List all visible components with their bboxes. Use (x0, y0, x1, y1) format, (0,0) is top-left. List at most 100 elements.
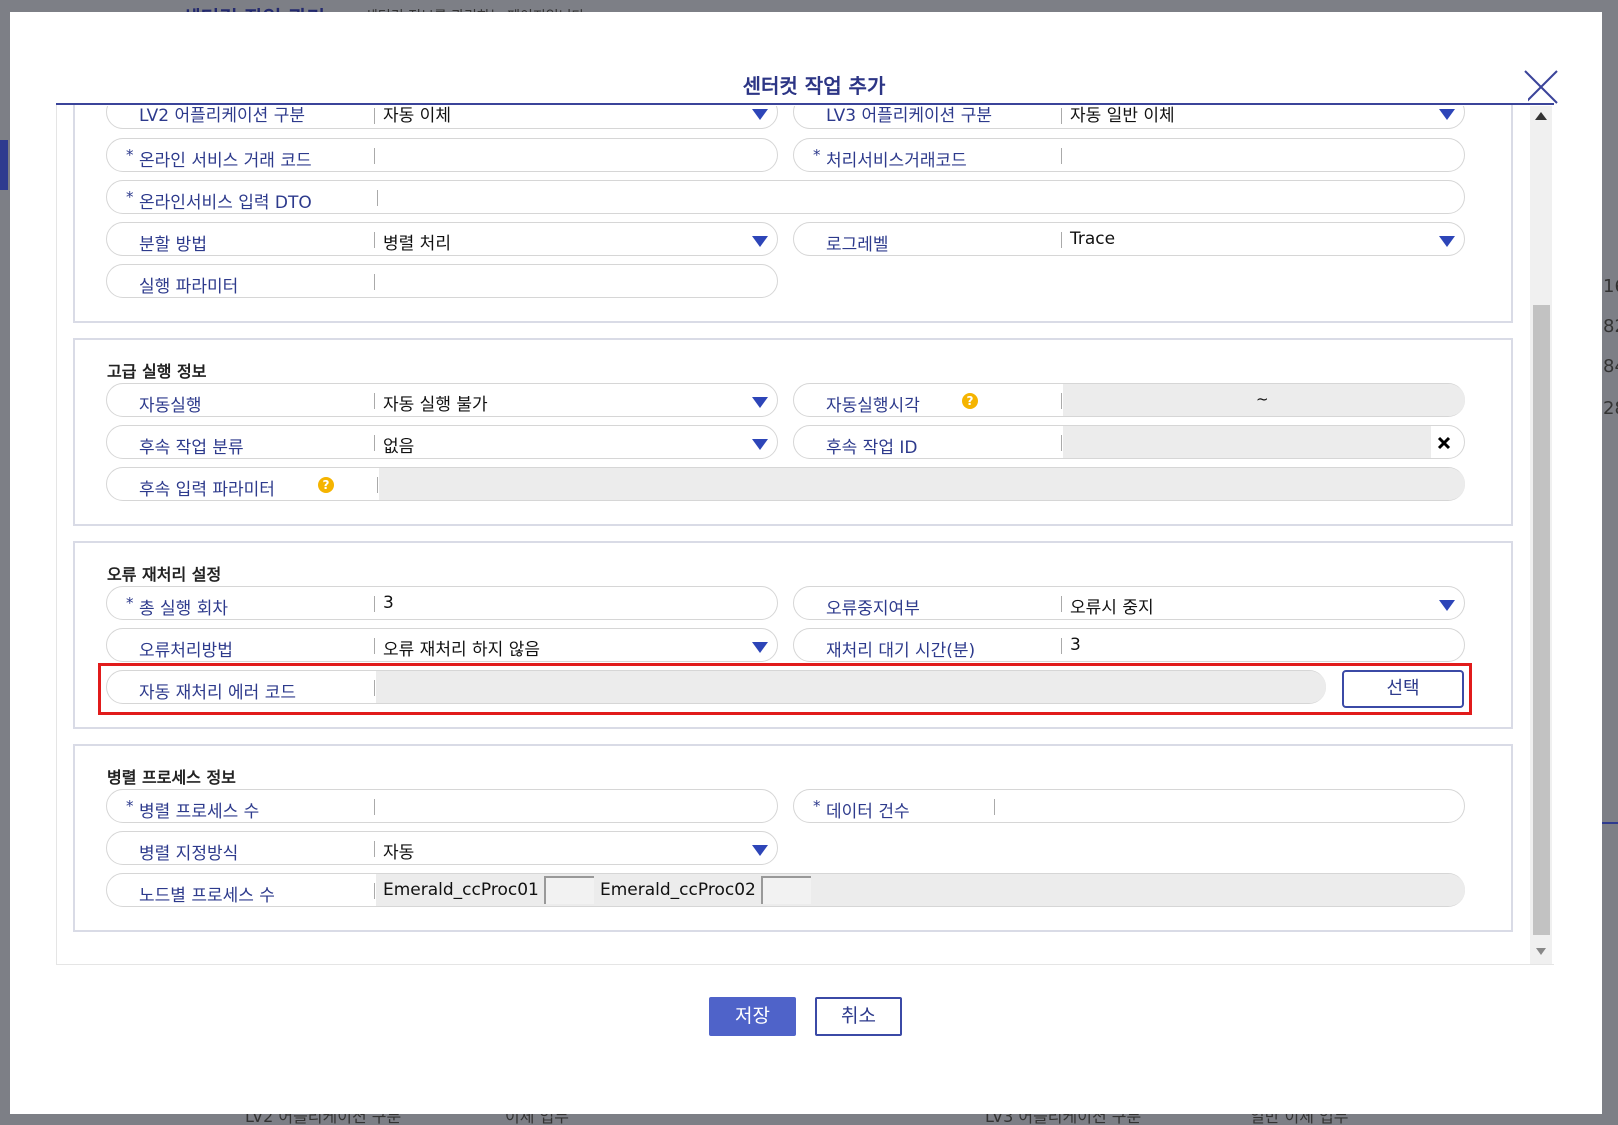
field-value: 병렬 처리 (383, 234, 451, 254)
data-count-field[interactable]: * 데이터 건수 (793, 789, 1465, 823)
background-number: 84 (1603, 356, 1618, 377)
field-label: 재처리 대기 시간(분) (826, 641, 976, 661)
field-label: 로그레벨 (826, 235, 889, 255)
background-divider (1600, 822, 1618, 824)
separator (1061, 596, 1062, 612)
field-value: 자동 실행 불가 (383, 395, 488, 415)
node-process-count-field: 노드별 프로세스 수 Emerald_ccProc01 Emerald_ccPr… (106, 873, 1465, 907)
disabled-area (376, 874, 1465, 906)
run-parameter-field[interactable]: 실행 파라미터 (106, 264, 778, 298)
chevron-down-icon[interactable] (752, 845, 768, 856)
separator (377, 190, 378, 206)
field-value: Trace (1070, 229, 1116, 249)
field-label: 오류중지여부 (826, 599, 920, 619)
separator (994, 799, 995, 815)
next-job-class-select[interactable]: 후속 작업 분류 없음 (106, 425, 778, 459)
field-label: * 병렬 프로세스 수 (126, 797, 260, 822)
field-label: 후속 작업 분류 (139, 438, 244, 458)
auto-run-select[interactable]: 자동실행 자동 실행 불가 (106, 383, 778, 417)
separator (374, 435, 375, 451)
title-divider-overlay (56, 103, 1554, 105)
save-button[interactable]: 저장 (709, 997, 796, 1036)
online-dto-field[interactable]: * 온라인서비스 입력 DTO (106, 180, 1465, 214)
field-value: 3 (383, 593, 394, 613)
scrollbar-thumb[interactable] (1533, 305, 1550, 935)
section-title: 고급 실행 정보 (107, 362, 207, 381)
chevron-down-icon[interactable] (752, 109, 768, 120)
node-process-input[interactable] (544, 876, 594, 904)
separator (1061, 108, 1062, 124)
retry-wait-time-field[interactable]: 재처리 대기 시간(분) 3 (793, 628, 1465, 662)
field-label: 자동실행시각 (826, 396, 920, 416)
auto-run-time-field: 자동실행시각 ? ~ (793, 383, 1465, 417)
parallel-process-count-field[interactable]: * 병렬 프로세스 수 (106, 789, 778, 823)
disabled-area (1063, 426, 1431, 458)
error-stop-select[interactable]: 오류중지여부 오류시 중지 (793, 586, 1465, 620)
error-method-select[interactable]: 오류처리방법 오류 재처리 하지 않음 (106, 628, 778, 662)
chevron-down-icon[interactable] (752, 397, 768, 408)
separator (374, 393, 375, 409)
separator (374, 638, 375, 654)
node-name: Emerald_ccProc02 (600, 880, 756, 900)
log-level-select[interactable]: 로그레벨 Trace (793, 222, 1465, 256)
field-label: * 온라인서비스 입력 DTO (126, 188, 312, 213)
node-process-input[interactable] (761, 876, 811, 904)
separator (1061, 148, 1062, 164)
chevron-down-icon[interactable] (752, 439, 768, 450)
total-run-count-field[interactable]: * 총 실행 회차 3 (106, 586, 778, 620)
field-label: 후속 입력 파라미터 (139, 480, 275, 500)
separator (374, 596, 375, 612)
separator (1061, 638, 1062, 654)
scroll-up-icon[interactable] (1535, 112, 1547, 120)
section-title: 병렬 프로세스 정보 (107, 768, 236, 787)
chevron-down-icon[interactable] (1439, 236, 1455, 247)
clear-icon[interactable] (1437, 436, 1451, 450)
background-sidebar-marker (0, 140, 8, 190)
chevron-down-icon[interactable] (752, 642, 768, 653)
field-value: 없음 (383, 437, 415, 457)
section-title: 오류 재처리 설정 (107, 565, 222, 584)
online-service-code-field[interactable]: * 온라인 서비스 거래 코드 (106, 138, 778, 172)
background-number: 82 (1603, 316, 1618, 337)
help-icon[interactable]: ? (962, 393, 978, 409)
separator (374, 841, 375, 857)
separator (374, 799, 375, 815)
split-method-select[interactable]: 분할 방법 병렬 처리 (106, 222, 778, 256)
cancel-button[interactable]: 취소 (815, 997, 902, 1036)
separator (374, 274, 375, 290)
field-label: * 처리서비스거래코드 (813, 146, 967, 171)
chevron-down-icon[interactable] (1439, 109, 1455, 120)
background-number: 16 (1603, 276, 1618, 297)
field-value: 3 (1070, 635, 1081, 655)
field-label: 노드별 프로세스 수 (139, 886, 275, 906)
background-number: 28 (1603, 398, 1618, 419)
separator (1061, 393, 1062, 409)
field-value: 오류시 중지 (1070, 598, 1154, 618)
next-input-parameter-field: 후속 입력 파라미터 ? (106, 467, 1465, 501)
field-value: 자동 (383, 843, 415, 863)
field-label: 실행 파라미터 (139, 277, 239, 297)
process-service-code-field[interactable]: * 처리서비스거래코드 (793, 138, 1465, 172)
separator (374, 108, 375, 124)
separator (377, 477, 378, 493)
parallel-assign-select[interactable]: 병렬 지정방식 자동 (106, 831, 778, 865)
field-label: 오류처리방법 (139, 641, 233, 661)
disabled-area (379, 468, 1465, 500)
separator (1061, 435, 1062, 451)
node-name: Emerald_ccProc01 (383, 880, 539, 900)
highlight-box (98, 663, 1472, 715)
separator (374, 883, 375, 899)
separator (1061, 232, 1062, 248)
help-icon[interactable]: ? (318, 477, 334, 493)
field-value: ~ (1256, 390, 1269, 408)
chevron-down-icon[interactable] (1439, 600, 1455, 611)
field-label: 자동실행 (139, 396, 202, 416)
separator (374, 148, 375, 164)
field-label: 분할 방법 (139, 235, 207, 255)
field-label: * 데이터 건수 (813, 797, 910, 822)
chevron-down-icon[interactable] (752, 236, 768, 247)
field-label: * 총 실행 회차 (126, 594, 229, 619)
scroll-down-icon[interactable] (1536, 948, 1546, 955)
field-label: 병렬 지정방식 (139, 844, 239, 864)
next-job-id-field: 후속 작업 ID (793, 425, 1465, 459)
